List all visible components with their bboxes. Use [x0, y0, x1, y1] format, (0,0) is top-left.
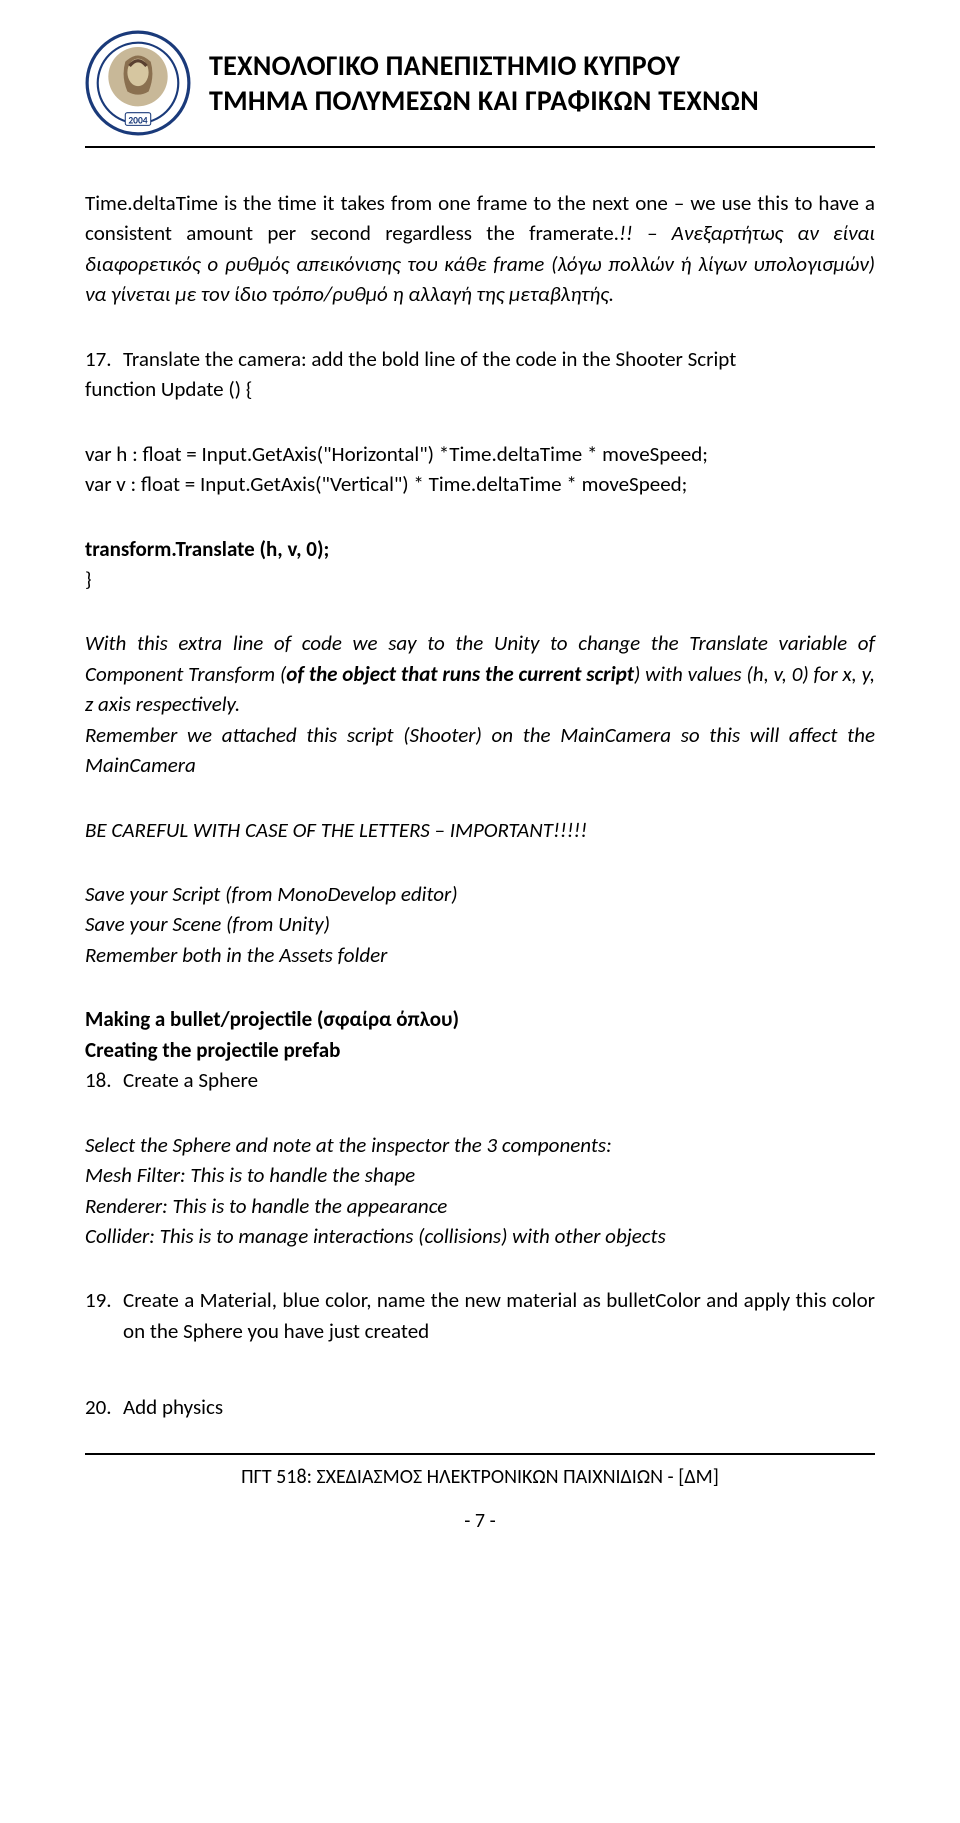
step-text: Create a Material, blue color, name the …: [123, 1285, 875, 1346]
inspector-note: Mesh Filter: This is to handle the shape: [85, 1160, 875, 1190]
warning-text: BE CAREFUL WITH CASE OF THE LETTERS – IM…: [85, 815, 875, 845]
save-instruction: Remember both in the Assets folder: [85, 940, 875, 970]
save-instruction: Save your Scene (from Unity): [85, 909, 875, 939]
explain-paragraph: Remember we attached this script (Shoote…: [85, 720, 875, 781]
code-open: function Update () {: [85, 374, 875, 404]
step-text: Translate the camera: add the bold line …: [123, 344, 875, 374]
page-number: - 7 -: [85, 1509, 875, 1533]
section-subheading: Creating the projectile prefab: [85, 1035, 875, 1065]
explain-b: of the object that runs the current scri…: [286, 661, 634, 687]
document-header: 2004 ΤΕΧΝΟΛΟΓΙΚΟ ΠΑΝΕΠΙΣΤΗΜΙΟ ΚΥΠΡΟΥ ΤΜΗ…: [85, 30, 875, 136]
section-heading: Making a bullet/projectile (σφαίρα όπλου…: [85, 1004, 875, 1034]
step-number: 20.: [85, 1392, 123, 1422]
step-text: Create a Sphere: [123, 1065, 875, 1095]
header-divider: [85, 146, 875, 148]
document-body: Time.deltaTime is the time it takes from…: [85, 188, 875, 1423]
code-close: }: [85, 564, 875, 594]
explain-paragraph: With this extra line of code we say to t…: [85, 628, 875, 719]
code-line-bold: transform.Translate (h, v, 0);: [85, 534, 875, 564]
step-18: 18. Create a Sphere: [85, 1065, 875, 1095]
header-title-line1: ΤΕΧΝΟΛΟΓΙΚΟ ΠΑΝΕΠΙΣΤΗΜΙΟ ΚΥΠΡΟΥ: [209, 48, 875, 83]
footer-text: ΠΓΤ 518: ΣΧΕΔΙΑΣΜΟΣ ΗΛΕΚΤΡΟΝΙΚΩΝ ΠΑΙΧΝΙΔ…: [85, 1465, 875, 1489]
logo-year: 2004: [128, 114, 147, 126]
step-20: 20. Add physics: [85, 1392, 875, 1422]
inspector-note: Collider: This is to manage interactions…: [85, 1221, 875, 1251]
inspector-note: Renderer: This is to handle the appearan…: [85, 1191, 875, 1221]
header-titles: ΤΕΧΝΟΛΟΓΙΚΟ ΠΑΝΕΠΙΣΤΗΜΙΟ ΚΥΠΡΟΥ ΤΜΗΜΑ ΠΟ…: [209, 48, 875, 118]
header-title-line2: ΤΜΗΜΑ ΠΟΛΥΜΕΣΩΝ ΚΑΙ ΓΡΑΦΙΚΩΝ ΤΕΧΝΩΝ: [209, 83, 875, 118]
code-line: var h : float = Input.GetAxis("Horizonta…: [85, 439, 875, 469]
step-19: 19. Create a Material, blue color, name …: [85, 1285, 875, 1346]
step-text: Add physics: [123, 1392, 875, 1422]
footer-divider: [85, 1453, 875, 1455]
document-page: 2004 ΤΕΧΝΟΛΟΓΙΚΟ ΠΑΝΕΠΙΣΤΗΜΙΟ ΚΥΠΡΟΥ ΤΜΗ…: [0, 0, 960, 1823]
step-number: 18.: [85, 1065, 123, 1095]
step-17: 17. Translate the camera: add the bold l…: [85, 344, 875, 374]
save-instruction: Save your Script (from MonoDevelop edito…: [85, 879, 875, 909]
code-line: var v : float = Input.GetAxis("Vertical"…: [85, 469, 875, 499]
step-number: 19.: [85, 1285, 123, 1346]
step-number: 17.: [85, 344, 123, 374]
intro-paragraph: Time.deltaTime is the time it takes from…: [85, 188, 875, 310]
inspector-note: Select the Sphere and note at the inspec…: [85, 1130, 875, 1160]
university-logo-icon: 2004: [85, 30, 191, 136]
